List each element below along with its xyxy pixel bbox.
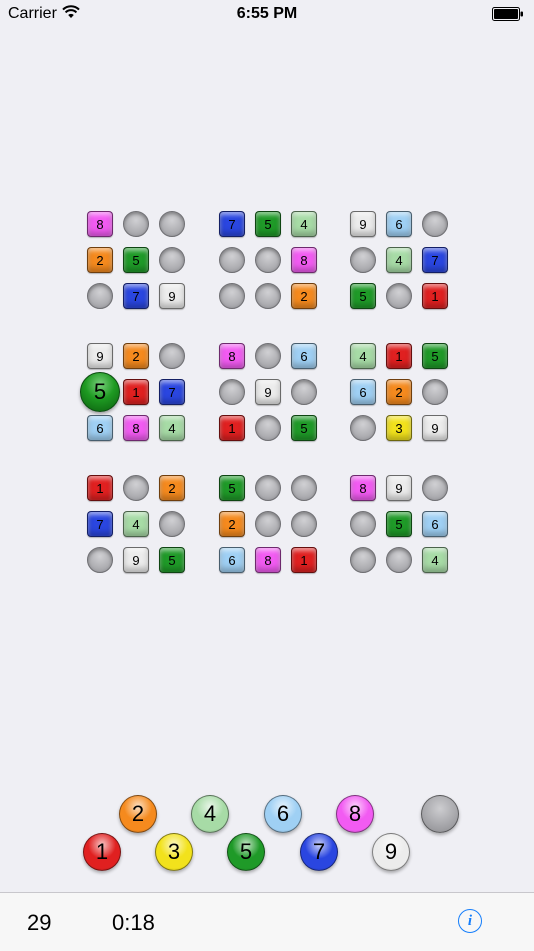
number-tile[interactable]: 5 bbox=[123, 247, 149, 273]
number-ball-1[interactable]: 1 bbox=[83, 833, 121, 871]
number-tile[interactable]: 1 bbox=[291, 547, 317, 573]
number-tile[interactable]: 9 bbox=[123, 547, 149, 573]
empty-cell[interactable] bbox=[219, 379, 245, 405]
number-tile[interactable]: 6 bbox=[350, 379, 376, 405]
number-tile[interactable]: 6 bbox=[422, 511, 448, 537]
number-tile[interactable]: 9 bbox=[350, 211, 376, 237]
number-tile[interactable]: 4 bbox=[422, 547, 448, 573]
number-tile[interactable]: 5 bbox=[350, 283, 376, 309]
number-tile[interactable]: 4 bbox=[291, 211, 317, 237]
clear-ball[interactable] bbox=[421, 795, 459, 833]
number-tile[interactable]: 3 bbox=[386, 415, 412, 441]
number-tile[interactable]: 2 bbox=[159, 475, 185, 501]
empty-cell[interactable] bbox=[123, 475, 149, 501]
number-tile[interactable]: 4 bbox=[123, 511, 149, 537]
empty-cell[interactable] bbox=[159, 343, 185, 369]
number-ball-2[interactable]: 2 bbox=[119, 795, 157, 833]
number-ball-6[interactable]: 6 bbox=[264, 795, 302, 833]
number-tile[interactable]: 7 bbox=[219, 211, 245, 237]
number-tile[interactable]: 1 bbox=[87, 475, 113, 501]
number-ball-7[interactable]: 7 bbox=[300, 833, 338, 871]
number-ball-9[interactable]: 9 bbox=[372, 833, 410, 871]
number-tile[interactable]: 5 bbox=[255, 211, 281, 237]
empty-cell[interactable] bbox=[255, 283, 281, 309]
number-tile[interactable]: 7 bbox=[159, 379, 185, 405]
empty-cell[interactable] bbox=[386, 547, 412, 573]
number-tile[interactable]: 9 bbox=[87, 343, 113, 369]
empty-cell[interactable] bbox=[255, 247, 281, 273]
empty-cell[interactable] bbox=[350, 247, 376, 273]
number-ball-5[interactable]: 5 bbox=[227, 833, 265, 871]
empty-cell[interactable] bbox=[159, 211, 185, 237]
empty-cell[interactable] bbox=[87, 283, 113, 309]
number-tile[interactable]: 6 bbox=[219, 547, 245, 573]
number-tile[interactable]: 1 bbox=[386, 343, 412, 369]
sudoku-board: 8754962584779251928641551796268415391258… bbox=[0, 0, 534, 700]
number-tile[interactable]: 8 bbox=[87, 211, 113, 237]
number-tile[interactable]: 5 bbox=[386, 511, 412, 537]
empty-cell[interactable] bbox=[291, 475, 317, 501]
empty-cell[interactable] bbox=[386, 283, 412, 309]
empty-cell[interactable] bbox=[255, 415, 281, 441]
number-tile[interactable]: 6 bbox=[386, 211, 412, 237]
number-tile[interactable]: 8 bbox=[123, 415, 149, 441]
number-tile[interactable]: 8 bbox=[291, 247, 317, 273]
empty-cell[interactable] bbox=[350, 511, 376, 537]
number-tile[interactable]: 5 bbox=[159, 547, 185, 573]
number-ball-8[interactable]: 8 bbox=[336, 795, 374, 833]
number-tile[interactable]: 8 bbox=[255, 547, 281, 573]
empty-cell[interactable] bbox=[123, 211, 149, 237]
selected-cell[interactable]: 5 bbox=[80, 372, 120, 412]
number-tile[interactable]: 8 bbox=[350, 475, 376, 501]
empty-cell[interactable] bbox=[255, 511, 281, 537]
number-tile[interactable]: 8 bbox=[219, 343, 245, 369]
number-tile[interactable]: 9 bbox=[422, 415, 448, 441]
number-tile[interactable]: 7 bbox=[422, 247, 448, 273]
empty-cell[interactable] bbox=[255, 475, 281, 501]
number-tile[interactable]: 6 bbox=[291, 343, 317, 369]
number-tile[interactable]: 4 bbox=[350, 343, 376, 369]
empty-cell[interactable] bbox=[159, 511, 185, 537]
number-tile[interactable]: 2 bbox=[87, 247, 113, 273]
number-tile[interactable]: 2 bbox=[123, 343, 149, 369]
empty-cell[interactable] bbox=[350, 415, 376, 441]
number-tile[interactable]: 4 bbox=[159, 415, 185, 441]
number-tile[interactable]: 9 bbox=[386, 475, 412, 501]
number-tile[interactable]: 7 bbox=[123, 283, 149, 309]
empty-cell[interactable] bbox=[422, 379, 448, 405]
number-tile[interactable]: 2 bbox=[219, 511, 245, 537]
empty-cell[interactable] bbox=[291, 379, 317, 405]
number-tile[interactable]: 7 bbox=[87, 511, 113, 537]
number-tile[interactable]: 6 bbox=[87, 415, 113, 441]
number-tile[interactable]: 1 bbox=[219, 415, 245, 441]
moves-counter: 29 bbox=[27, 910, 52, 935]
empty-cell[interactable] bbox=[422, 211, 448, 237]
info-icon[interactable]: i bbox=[458, 909, 482, 933]
number-tile[interactable]: 2 bbox=[291, 283, 317, 309]
elapsed-timer: 0:18 bbox=[112, 910, 155, 935]
number-tile[interactable]: 5 bbox=[422, 343, 448, 369]
empty-cell[interactable] bbox=[87, 547, 113, 573]
empty-cell[interactable] bbox=[255, 343, 281, 369]
number-ball-3[interactable]: 3 bbox=[155, 833, 193, 871]
empty-cell[interactable] bbox=[422, 475, 448, 501]
number-ball-4[interactable]: 4 bbox=[191, 795, 229, 833]
number-tile[interactable]: 9 bbox=[255, 379, 281, 405]
number-tile[interactable]: 1 bbox=[422, 283, 448, 309]
empty-cell[interactable] bbox=[219, 247, 245, 273]
number-tile[interactable]: 2 bbox=[386, 379, 412, 405]
number-tile[interactable]: 4 bbox=[386, 247, 412, 273]
empty-cell[interactable] bbox=[350, 547, 376, 573]
number-tile[interactable]: 9 bbox=[159, 283, 185, 309]
bottom-toolbar: 29 0:18 i bbox=[0, 892, 534, 951]
number-tile[interactable]: 5 bbox=[291, 415, 317, 441]
number-tile[interactable]: 5 bbox=[219, 475, 245, 501]
empty-cell[interactable] bbox=[219, 283, 245, 309]
empty-cell[interactable] bbox=[291, 511, 317, 537]
number-tile[interactable]: 1 bbox=[123, 379, 149, 405]
empty-cell[interactable] bbox=[159, 247, 185, 273]
